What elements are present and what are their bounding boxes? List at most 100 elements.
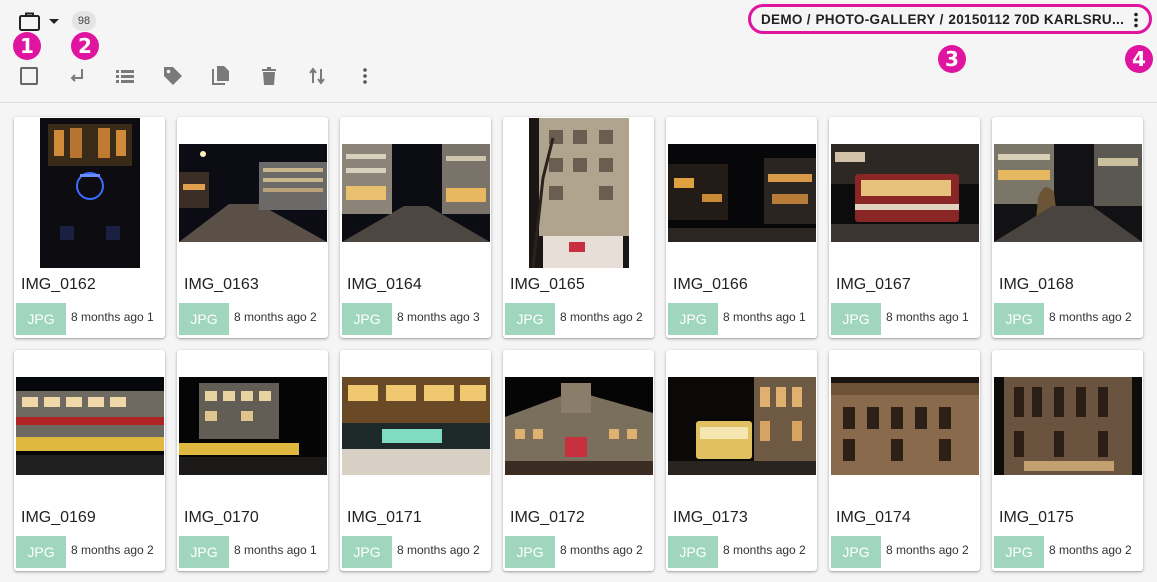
file-type-badge: JPG: [668, 303, 718, 335]
photo-meta: 8 months ago 2: [1049, 310, 1132, 324]
photo-meta: 8 months ago 2: [71, 543, 154, 557]
annotation-marker-2: 2: [71, 32, 99, 60]
annotation-marker-1: 1: [13, 32, 41, 60]
photo-card[interactable]: IMG_0165 JPG 8 months ago 2: [503, 117, 654, 338]
file-type-badge: JPG: [505, 303, 555, 335]
photo-title: IMG_0164: [347, 276, 422, 293]
photo-meta: 8 months ago 2: [560, 310, 643, 324]
photo-card[interactable]: IMG_0167 JPG 8 months ago 1: [829, 117, 980, 338]
breadcrumb-separator: /: [939, 11, 944, 27]
top-bar: 98 1 2 3 4 DEMO / PHOTO-GALLERY / 201501…: [0, 0, 1157, 102]
photo-meta: 8 months ago 1: [886, 310, 969, 324]
photo-card[interactable]: IMG_0175 JPG 8 months ago 2: [992, 350, 1143, 571]
photo-meta: 8 months ago 2: [723, 543, 806, 557]
select-all-checkbox[interactable]: [13, 60, 45, 92]
more-actions-button[interactable]: [349, 60, 381, 92]
file-type-badge: JPG: [994, 536, 1044, 568]
repository-menu-button[interactable]: [18, 10, 64, 34]
photo-card[interactable]: IMG_0168 JPG 8 months ago 2: [992, 117, 1143, 338]
sort-button[interactable]: [301, 60, 333, 92]
photo-meta: 8 months ago 2: [397, 543, 480, 557]
photo-thumbnail[interactable]: [14, 350, 165, 502]
photo-card[interactable]: IMG_0164 JPG 8 months ago 3: [340, 117, 491, 338]
file-type-badge: JPG: [179, 303, 229, 335]
photo-thumbnail[interactable]: [503, 350, 654, 502]
photo-title: IMG_0174: [836, 509, 911, 526]
photo-card[interactable]: IMG_0171 JPG 8 months ago 2: [340, 350, 491, 571]
file-type-badge: JPG: [668, 536, 718, 568]
breadcrumb-separator: /: [806, 11, 811, 27]
photo-meta: 8 months ago 2: [1049, 543, 1132, 557]
file-type-badge: JPG: [342, 536, 392, 568]
list-view-button[interactable]: [109, 60, 141, 92]
photo-card[interactable]: IMG_0174 JPG 8 months ago 2: [829, 350, 980, 571]
photo-title: IMG_0175: [999, 509, 1074, 526]
breadcrumb-more-vert-icon[interactable]: [1131, 12, 1141, 28]
photo-thumbnail[interactable]: [503, 117, 654, 269]
annotation-marker-3: 3: [938, 45, 966, 73]
return-button[interactable]: [61, 60, 93, 92]
file-type-badge: JPG: [505, 536, 555, 568]
photo-thumbnail[interactable]: [177, 117, 328, 269]
photo-meta: 8 months ago 1: [234, 543, 317, 557]
photo-meta: 8 months ago 2: [234, 310, 317, 324]
photo-title: IMG_0170: [184, 509, 259, 526]
photo-card[interactable]: IMG_0172 JPG 8 months ago 2: [503, 350, 654, 571]
photo-title: IMG_0172: [510, 509, 585, 526]
photo-title: IMG_0162: [21, 276, 96, 293]
file-type-badge: JPG: [342, 303, 392, 335]
file-type-badge: JPG: [831, 536, 881, 568]
more-vert-icon: [363, 68, 367, 84]
list-view-icon: [116, 70, 134, 83]
photo-title: IMG_0171: [347, 509, 422, 526]
photo-thumbnail[interactable]: [992, 350, 1143, 502]
photo-title: IMG_0163: [184, 276, 259, 293]
file-type-badge: JPG: [179, 536, 229, 568]
photo-title: IMG_0165: [510, 276, 585, 293]
breadcrumb-item-photo-gallery[interactable]: PHOTO-GALLERY: [815, 12, 935, 27]
breadcrumb-item-demo[interactable]: DEMO: [761, 12, 803, 27]
tag-button[interactable]: [157, 60, 189, 92]
copy-button[interactable]: [205, 60, 237, 92]
photo-title: IMG_0169: [21, 509, 96, 526]
photo-card[interactable]: IMG_0170 JPG 8 months ago 1: [177, 350, 328, 571]
photo-card[interactable]: IMG_0166 JPG 8 months ago 1: [666, 117, 817, 338]
photo-thumbnail[interactable]: [340, 117, 491, 269]
photo-title: IMG_0167: [836, 276, 911, 293]
photo-thumbnail[interactable]: [829, 350, 980, 502]
photo-meta: 8 months ago 2: [560, 543, 643, 557]
trash-icon: [262, 67, 276, 85]
file-type-badge: JPG: [16, 303, 66, 335]
photo-title: IMG_0168: [999, 276, 1074, 293]
photo-thumbnail[interactable]: [340, 350, 491, 502]
sort-icon: [309, 67, 325, 85]
copy-icon: [212, 66, 229, 85]
photo-thumbnail[interactable]: [14, 117, 165, 269]
breadcrumb-item-current-folder[interactable]: 20150112 70D KARLSRU...: [948, 12, 1124, 27]
toolbar: [0, 60, 420, 92]
file-type-badge: JPG: [16, 536, 66, 568]
photo-count-badge: 98: [72, 11, 96, 31]
photo-card[interactable]: IMG_0169 JPG 8 months ago 2: [14, 350, 165, 571]
photo-thumbnail[interactable]: [177, 350, 328, 502]
photo-meta: 8 months ago 1: [71, 310, 154, 324]
photo-card[interactable]: IMG_0173 JPG 8 months ago 2: [666, 350, 817, 571]
photo-thumbnail[interactable]: [829, 117, 980, 269]
file-type-badge: JPG: [831, 303, 881, 335]
photo-title: IMG_0166: [673, 276, 748, 293]
photo-thumbnail[interactable]: [666, 350, 817, 502]
photo-meta: 8 months ago 2: [886, 543, 969, 557]
file-type-badge: JPG: [994, 303, 1044, 335]
photo-thumbnail[interactable]: [666, 117, 817, 269]
photo-thumbnail[interactable]: [992, 117, 1143, 269]
photo-title: IMG_0173: [673, 509, 748, 526]
photo-meta: 8 months ago 1: [723, 310, 806, 324]
delete-button[interactable]: [253, 60, 285, 92]
checkbox-icon: [20, 67, 38, 85]
photo-meta: 8 months ago 3: [397, 310, 480, 324]
annotation-marker-4: 4: [1125, 45, 1153, 73]
photo-card[interactable]: IMG_0162 JPG 8 months ago 1: [14, 117, 165, 338]
photo-card[interactable]: IMG_0163 JPG 8 months ago 2: [177, 117, 328, 338]
breadcrumb: DEMO / PHOTO-GALLERY / 20150112 70D KARL…: [748, 4, 1152, 34]
tag-icon: [164, 67, 182, 85]
